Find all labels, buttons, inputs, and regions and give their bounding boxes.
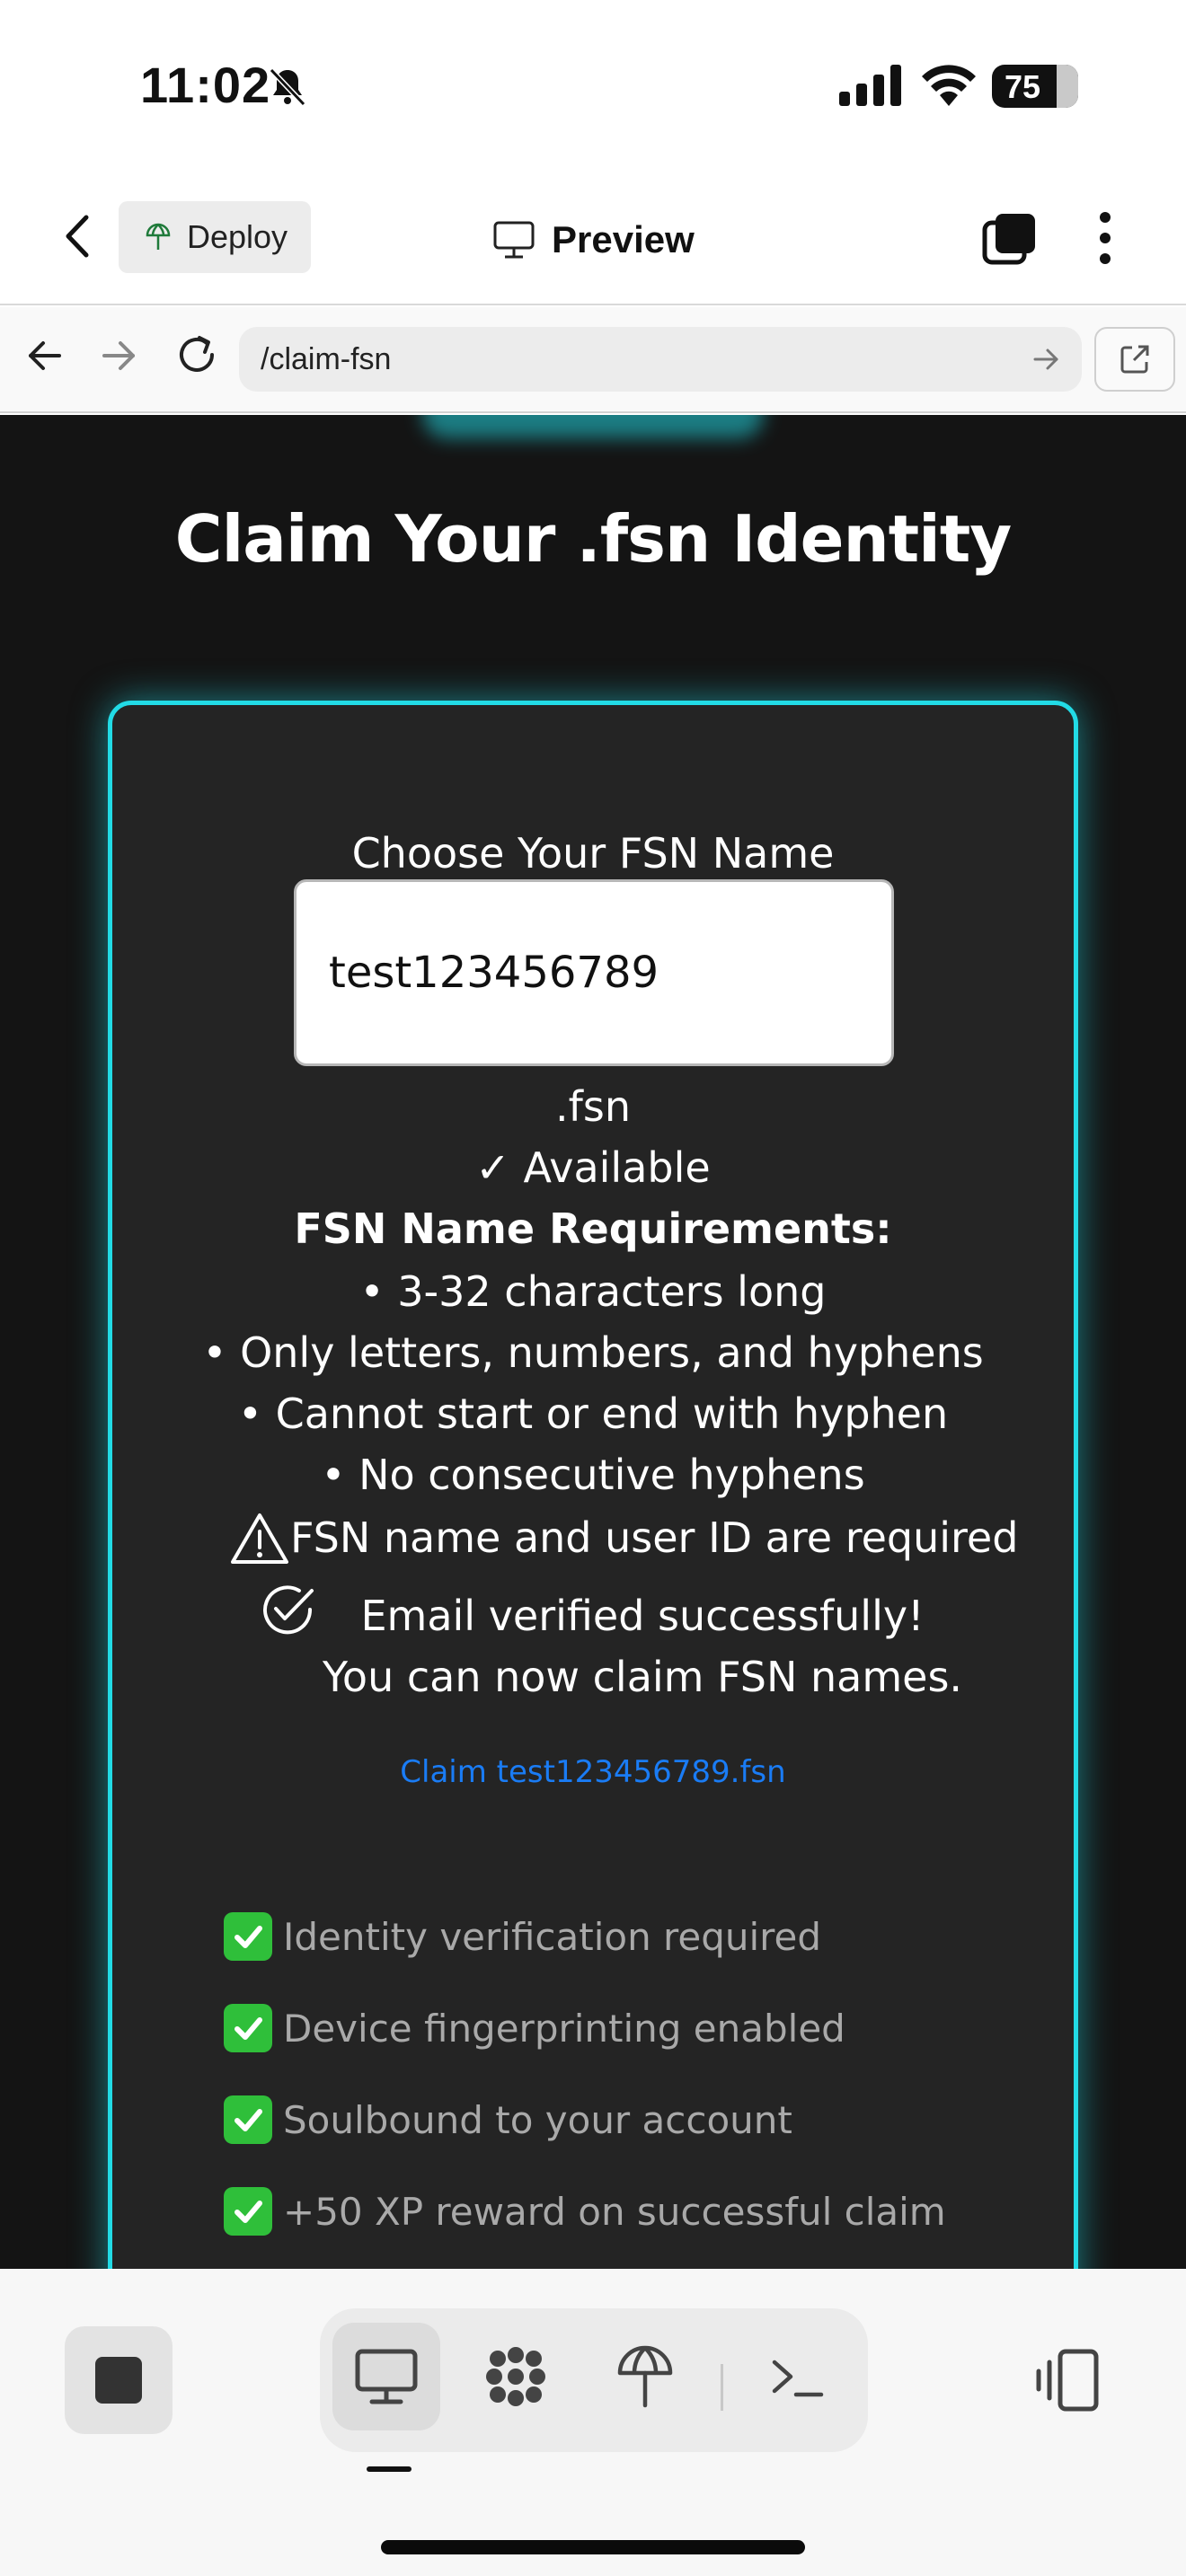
wifi-icon bbox=[922, 65, 976, 106]
feature-text: Soulbound to your account bbox=[283, 2097, 792, 2142]
fsn-suffix: .fsn bbox=[555, 1082, 631, 1131]
more-vertical-icon[interactable] bbox=[1087, 207, 1123, 269]
check-mark-icon bbox=[224, 2095, 272, 2144]
preview-title: Preview bbox=[492, 208, 695, 271]
feature-item: Device fingerprinting enabled bbox=[224, 2004, 845, 2052]
requirement-item: • Cannot start or end with hyphen bbox=[237, 1389, 949, 1438]
status-bar: 11:02 75 bbox=[0, 0, 1186, 171]
external-link-icon bbox=[1120, 345, 1149, 374]
feature-item: Soulbound to your account bbox=[224, 2095, 792, 2144]
requirement-item: • Only letters, numbers, and hyphens bbox=[202, 1328, 984, 1377]
blocks-icon bbox=[486, 2347, 545, 2406]
signal-icon bbox=[839, 65, 901, 106]
deploy-view-button[interactable] bbox=[591, 2323, 699, 2430]
requirements-title: FSN Name Requirements: bbox=[294, 1204, 892, 1253]
web-content: Claim Your .fsn Identity Choose Your FSN… bbox=[0, 415, 1186, 2269]
error-text: FSN name and user ID are required bbox=[290, 1513, 1019, 1562]
home-indicator bbox=[381, 2540, 805, 2554]
success-text: Email verified successfully! You can now… bbox=[322, 1592, 963, 1701]
go-arrow-icon[interactable] bbox=[1031, 345, 1060, 374]
monitor-icon bbox=[493, 221, 535, 259]
error-message: FSN name and user ID are required bbox=[229, 1513, 1018, 1567]
monitor-icon bbox=[355, 2349, 418, 2404]
bottom-toolbar bbox=[0, 2269, 1186, 2576]
stop-button[interactable] bbox=[65, 2326, 173, 2434]
url-bar: /claim-fsn bbox=[0, 307, 1186, 413]
tabs-icon[interactable] bbox=[981, 210, 1039, 268]
battery-icon: 75 bbox=[992, 65, 1078, 108]
fsn-name-input[interactable] bbox=[294, 879, 894, 1066]
check-mark-icon bbox=[224, 2187, 272, 2236]
terminal-icon bbox=[772, 2360, 824, 2397]
bell-muted-icon bbox=[269, 67, 306, 107]
page-title: Claim Your .fsn Identity bbox=[174, 501, 1012, 577]
preview-view-button[interactable] bbox=[332, 2323, 440, 2430]
view-switcher bbox=[320, 2308, 868, 2452]
claim-card: Choose Your FSN Name .fsn ✓ Available FS… bbox=[108, 701, 1078, 2269]
canvas-view-button[interactable] bbox=[462, 2323, 570, 2430]
status-time: 11:02 bbox=[140, 57, 271, 113]
feature-item: Identity verification required bbox=[224, 1912, 821, 1961]
app-header: Deploy Preview bbox=[0, 171, 1186, 305]
deploy-icon bbox=[617, 2345, 673, 2408]
feature-text: Identity verification required bbox=[283, 1914, 822, 1959]
arrow-left-icon[interactable] bbox=[23, 334, 66, 377]
check-mark-icon bbox=[224, 1912, 272, 1961]
open-external-button[interactable] bbox=[1094, 327, 1175, 392]
url-input[interactable]: /claim-fsn bbox=[239, 327, 1082, 392]
toolbar-divider bbox=[721, 2364, 723, 2411]
check-circle-icon bbox=[263, 1585, 314, 1635]
url-text: /claim-fsn bbox=[261, 341, 392, 376]
split-panel-icon[interactable] bbox=[1033, 2344, 1105, 2416]
check-mark-icon bbox=[224, 2004, 272, 2052]
battery-level: 75 bbox=[1005, 68, 1041, 105]
arrow-right-icon[interactable] bbox=[97, 334, 140, 377]
back-chevron-icon[interactable] bbox=[54, 205, 99, 268]
feature-text: +50 XP reward on successful claim bbox=[283, 2189, 946, 2234]
reload-icon[interactable] bbox=[173, 331, 221, 379]
deploy-label: Deploy bbox=[187, 218, 288, 255]
feature-item: +50 XP reward on successful claim bbox=[224, 2187, 946, 2236]
name-field-label: Choose Your FSN Name bbox=[351, 829, 835, 878]
availability-status: ✓ Available bbox=[475, 1143, 711, 1192]
requirement-item: • 3-32 characters long bbox=[359, 1267, 827, 1316]
warning-icon bbox=[231, 1513, 288, 1564]
feature-text: Device fingerprinting enabled bbox=[283, 2006, 845, 2051]
requirement-item: • No consecutive hyphens bbox=[321, 1451, 865, 1499]
active-tab-indicator bbox=[367, 2466, 412, 2472]
success-message: Email verified successfully! You can now… bbox=[256, 1585, 975, 1707]
preview-label: Preview bbox=[552, 218, 695, 260]
console-view-button[interactable] bbox=[744, 2323, 852, 2430]
stop-icon bbox=[95, 2357, 142, 2404]
deploy-icon bbox=[146, 223, 171, 250]
claim-link[interactable]: Claim test123456789.fsn bbox=[112, 1754, 1074, 1790]
deploy-button[interactable]: Deploy bbox=[119, 201, 311, 273]
logo-glow bbox=[422, 415, 764, 438]
